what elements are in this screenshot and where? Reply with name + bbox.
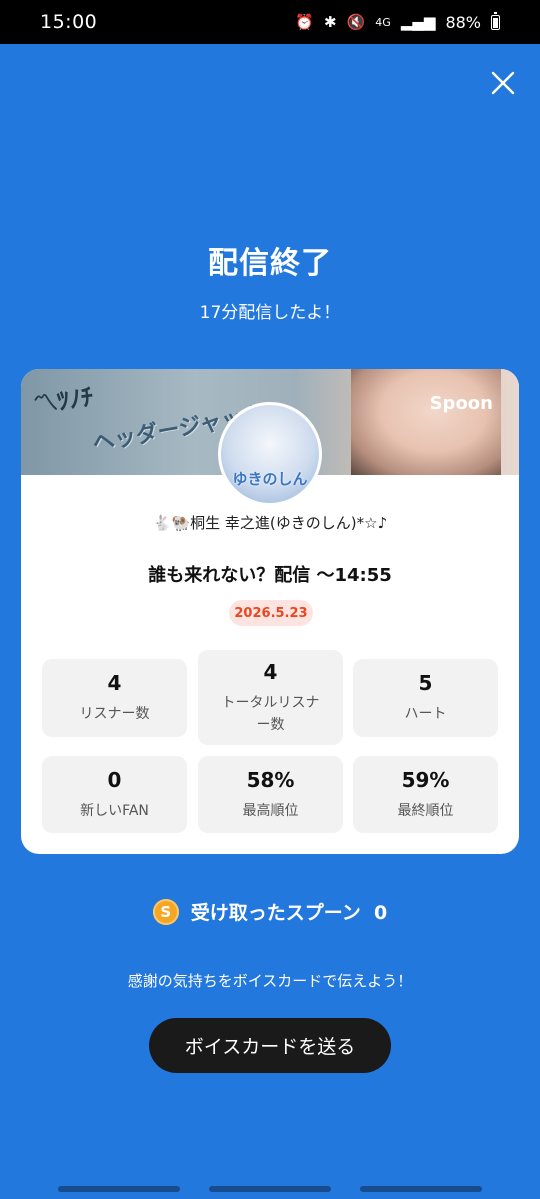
- broadcast-summary-card: 〽︎ﾂﾉﾁ ヘッダージャック！ Spoon ゆきのしん 🐇🐏桐生 幸之進(ゆきの…: [21, 369, 519, 854]
- page-title: 配信終了: [208, 246, 332, 281]
- stat-value: 59%: [401, 767, 450, 792]
- status-bar: 15:00 ⏰ ✱ 🔇 4G ▂▄▆ 88%: [0, 0, 540, 44]
- stat-value: 58%: [246, 767, 295, 792]
- thanks-message: 感謝の気持ちをボイスカードで伝えよう！: [127, 972, 413, 990]
- broadcast-duration: 17分配信したよ！: [199, 303, 341, 323]
- send-voice-card-button[interactable]: ボイスカードを送る: [149, 1018, 391, 1073]
- close-icon: [491, 71, 515, 95]
- status-time: 15:00: [40, 11, 98, 33]
- nav-home-button[interactable]: [209, 1186, 331, 1192]
- stat-label: 新しいFAN: [80, 802, 149, 819]
- stat-label: 最高順位: [242, 802, 299, 819]
- avatar-label: ゆきのしん: [232, 470, 308, 488]
- stat-label: リスナー数: [79, 706, 150, 722]
- mute-icon: 🔇: [346, 13, 366, 31]
- stat-best-rank: 58% 最高順位: [198, 756, 343, 833]
- spoon-received: S 受け取ったスプーン 0: [0, 898, 540, 925]
- status-icons: ⏰ ✱ 🔇 4G ▂▄▆ 88%: [295, 11, 500, 32]
- stat-value: 0: [107, 767, 122, 792]
- stat-value: 4: [263, 659, 278, 684]
- stream-title: 誰も来れない？配信 〜14:55: [148, 565, 392, 586]
- system-nav-bar: [0, 1180, 540, 1199]
- stat-hearts: 5 ハート: [353, 659, 498, 737]
- signal-icon: ▂▄▆: [400, 13, 436, 31]
- stat-new-fans: 0 新しいFAN: [42, 756, 187, 833]
- battery-percent: 88%: [445, 12, 481, 32]
- stat-final-rank: 59% 最終順位: [353, 756, 498, 833]
- banner-graffiti: 〽︎ﾂﾉﾁ: [31, 382, 96, 420]
- date-badge: 2026.5.23: [229, 600, 313, 626]
- alarm-icon: ⏰: [295, 13, 315, 31]
- banner-photo: [351, 369, 501, 475]
- spoon-received-label: 受け取ったスプーン 0: [190, 902, 388, 924]
- nav-back-button[interactable]: [360, 1186, 482, 1192]
- stat-listeners: 4 リスナー数: [42, 659, 187, 737]
- nav-recent-button[interactable]: [58, 1186, 180, 1192]
- stat-label: トータルリスナー数: [221, 694, 320, 733]
- stat-value: 5: [418, 671, 433, 695]
- close-button[interactable]: [482, 62, 524, 104]
- spoon-coin-icon: S: [152, 898, 179, 925]
- bluetooth-icon: ✱: [324, 13, 337, 31]
- avatar: ゆきのしん: [218, 402, 322, 506]
- spoon-count: 0: [374, 902, 388, 924]
- network-type: 4G: [375, 15, 391, 29]
- username: 🐇🐏桐生 幸之進(ゆきのしん)*☆♪: [152, 514, 388, 532]
- spoon-logo: Spoon: [429, 393, 493, 414]
- stat-total-listeners: 4 トータルリスナー数: [198, 650, 343, 745]
- stat-label: 最終順位: [397, 802, 454, 819]
- stat-label: ハート: [404, 706, 447, 722]
- battery-icon: [491, 11, 500, 30]
- stat-value: 4: [107, 671, 122, 695]
